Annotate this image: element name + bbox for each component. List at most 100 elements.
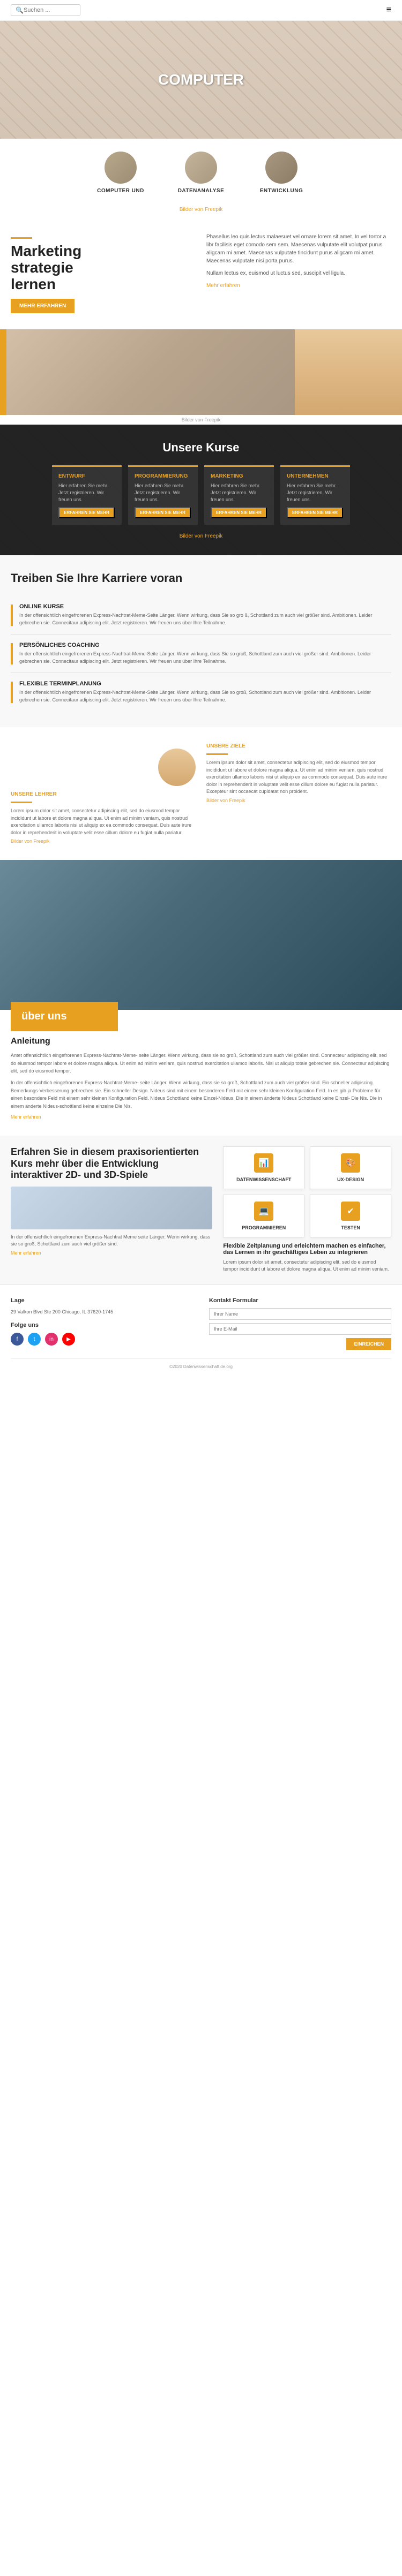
courses-info-section: Erfahren Sie in diesem praxisorientierte… <box>0 1136 402 1284</box>
kurse-footer-link: Bilder von Freepik <box>11 533 391 539</box>
marketing-heading: Marketing strategie lernen <box>11 243 196 292</box>
karriere-item-text-2: In der offensichtlich eingefrorenen Expr… <box>19 651 391 665</box>
karriere-item-text-1: In der offensichtlich eingefrorenen Expr… <box>19 612 391 626</box>
marketing-img-link: Bilder von Freepik <box>0 415 402 425</box>
feature-circle-3 <box>265 152 297 184</box>
game-card-icon-1: 📊 <box>254 1153 273 1173</box>
courses-info-right: 📊 DATENWISSENSCHAFT 🎨 UX-DESIGN 💻 PROGRA… <box>223 1146 391 1273</box>
feature-label-3: ENTWICKLUNG <box>252 188 311 194</box>
about-overlay-card: über uns <box>11 1002 118 1031</box>
footer-location-text: 29 Valkon Blvd Ste 200 Chicago, IL 37620… <box>11 1308 193 1316</box>
lehrer-section: unsere Lehrer Lorem ipsum dolor sit amet… <box>0 727 402 860</box>
game-card-title-4: TESTEN <box>317 1225 384 1230</box>
ziele-label: unsere Ziele <box>206 743 391 749</box>
search-box[interactable]: 🔍 <box>11 4 80 16</box>
search-icon: 🔍 <box>16 6 24 14</box>
about-overlay-label: über uns <box>21 1010 107 1023</box>
kurse-card-title-3: MARKETING <box>211 473 267 479</box>
karriere-item-2: PERSÖNLICHES COACHING In der offensichtl… <box>11 634 391 673</box>
about-link[interactable]: Mehr erfahren <box>11 1114 391 1120</box>
feature-item-1: COMPUTER UND <box>91 152 150 194</box>
search-input[interactable] <box>24 7 77 13</box>
feature-label-2: DATENANALYSE <box>172 188 230 194</box>
game-card-3: 💻 PROGRAMMIEREN <box>223 1195 304 1237</box>
kurse-card-2: PROGRAMMIERUNG Hier erfahren Sie mehr. J… <box>128 465 198 525</box>
marketing-right: Phasellus leo quis lectus malaesuet vel … <box>206 233 391 313</box>
footer: Lage 29 Valkon Blvd Ste 200 Chicago, IL … <box>0 1284 402 1382</box>
kurse-card-1: ENTWURF Hier erfahren Sie mehr. Jetzt re… <box>52 465 122 525</box>
kurse-card-btn-2[interactable]: ERFAHREN SIE MEHR <box>135 507 191 518</box>
game-card-1: 📊 DATENWISSENSCHAFT <box>223 1146 304 1189</box>
kurse-card-3: MARKETING Hier erfahren Sie mehr. Jetzt … <box>204 465 274 525</box>
karriere-icon-3 <box>11 682 13 703</box>
courses-info-left-link[interactable]: Mehr erfahren <box>11 1250 212 1256</box>
social-icons: f t in ▶ <box>11 1333 193 1346</box>
footer-submit-btn[interactable]: EINREICHEN <box>346 1338 391 1350</box>
hero-title: COMPUTER <box>158 71 244 88</box>
karriere-text-1: ONLINE KURSE In der offensichtlich einge… <box>19 603 391 626</box>
courses-info-left-title: Erfahren Sie in diesem praxisorientierte… <box>11 1146 212 1181</box>
marketing-text-1: Phasellus leo quis lectus malaesuet vel … <box>206 233 391 265</box>
about-text-1: Antet offensichtlich eingefrorenen Expre… <box>11 1052 391 1075</box>
kurse-card-4: UNTERNEHMEN Hier erfahren Sie mehr. Jetz… <box>280 465 350 525</box>
game-card-4: ✔ TESTEN <box>310 1195 391 1237</box>
marketing-btn[interactable]: MEHR ERFAHREN <box>11 299 75 313</box>
footer-name-input[interactable] <box>209 1308 391 1320</box>
footer-location-title: Lage <box>11 1297 193 1304</box>
lehrer-label: unsere Lehrer <box>11 791 196 797</box>
instagram-icon[interactable]: in <box>45 1333 58 1346</box>
feature-item-3: ENTWICKLUNG <box>252 152 311 194</box>
kurse-card-btn-3[interactable]: ERFAHREN SIE MEHR <box>211 507 267 518</box>
about-inner-img <box>0 860 402 1010</box>
karriere-section: Treiben Sie Ihre Karriere voran ONLINE K… <box>0 555 402 727</box>
feature-circle-2 <box>185 152 217 184</box>
lehrer-divider <box>11 802 32 803</box>
karriere-item-text-3: In der offensichtlich eingefrorenen Expr… <box>19 689 391 704</box>
footer-location-col: Lage 29 Valkon Blvd Ste 200 Chicago, IL … <box>11 1297 193 1350</box>
hamburger-icon[interactable]: ≡ <box>386 5 391 15</box>
lehrer-avatar-img <box>158 749 196 786</box>
hero-section: COMPUTER <box>0 21 402 139</box>
ziele-link[interactable]: Bilder von Freepik <box>206 798 391 803</box>
game-card-title-1: DATENWISSENSCHAFT <box>230 1177 297 1182</box>
marketing-person <box>295 329 402 415</box>
karriere-icon-1 <box>11 605 13 626</box>
feature-image-3 <box>265 152 297 184</box>
lehrer-right: unsere Ziele Lorem ipsum dolor sit amet,… <box>206 743 391 844</box>
lehrer-link[interactable]: Bilder von Freepik <box>11 838 196 844</box>
marketing-image-inner <box>0 329 402 415</box>
footer-grid: Lage 29 Valkon Blvd Ste 200 Chicago, IL … <box>11 1297 391 1350</box>
game-card-icon-3: 💻 <box>254 1202 273 1221</box>
marketing-left: Marketing strategie lernen MEHR ERFAHREN <box>11 233 196 313</box>
game-card-2: 🎨 UX-DESIGN <box>310 1146 391 1189</box>
marketing-mehr-link[interactable]: Mehr erfahren <box>206 283 240 289</box>
lehrer-avatar <box>158 749 196 786</box>
facebook-icon[interactable]: f <box>11 1333 24 1346</box>
karriere-text-3: FLEXIBLE TERMINPLANUNG In der offensicht… <box>19 681 391 704</box>
game-card-title-2: UX-DESIGN <box>317 1177 384 1182</box>
footer-email-input[interactable] <box>209 1323 391 1335</box>
karriere-item-label-1: ONLINE KURSE <box>19 603 391 610</box>
kurse-title: Unsere Kurse <box>11 441 391 455</box>
karriere-item-3: FLEXIBLE TERMINPLANUNG In der offensicht… <box>11 673 391 711</box>
marketing-text-2: Nullam lectus ex, euismod ut luctus sed,… <box>206 269 391 277</box>
karriere-item-label-3: FLEXIBLE TERMINPLANUNG <box>19 681 391 687</box>
footer-follow-title: Folge uns <box>11 1322 193 1328</box>
features-link: Bilder von Freepik <box>0 207 402 217</box>
karriere-item-label-2: PERSÖNLICHES COACHING <box>19 642 391 648</box>
kurse-card-text-3: Hier erfahren Sie mehr. Jetzt registrier… <box>211 482 267 503</box>
about-bg-image: über uns <box>0 860 402 1010</box>
footer-contact-col: Kontakt Formular EINREICHEN <box>209 1297 391 1350</box>
kurse-card-btn-1[interactable]: ERFAHREN SIE MEHR <box>58 507 115 518</box>
courses-info-left-text: In der offensichtlich eingefrorenen Expr… <box>11 1234 212 1248</box>
youtube-icon[interactable]: ▶ <box>62 1333 75 1346</box>
game-card-icon-2: 🎨 <box>341 1153 360 1173</box>
karriere-icon-2 <box>11 643 13 664</box>
kurse-card-btn-4[interactable]: ERFAHREN SIE MEHR <box>287 507 343 518</box>
feature-image-1 <box>105 152 137 184</box>
karriere-item-1: ONLINE KURSE In der offensichtlich einge… <box>11 596 391 634</box>
twitter-icon[interactable]: t <box>28 1333 41 1346</box>
about-title: Anleitung <box>11 1037 391 1046</box>
karriere-title: Treiben Sie Ihre Karriere voran <box>11 571 391 585</box>
about-section: über uns Anleitung Antet offensichtlich … <box>0 860 402 1136</box>
